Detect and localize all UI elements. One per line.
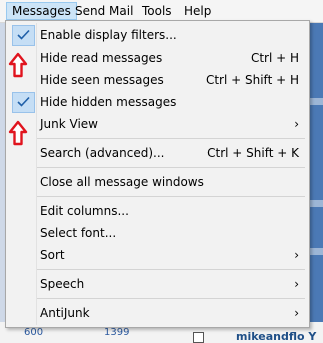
menu-item-shortcut: Ctrl + Shift + H [205,73,299,87]
submenu-arrow-icon: › [294,306,299,320]
menu-item-label: Speech [40,277,85,291]
message-size-value: 600 [24,327,44,338]
menu-separator [37,298,305,299]
menu-item-hide-seen-messages[interactable]: Hide seen messages Ctrl + Shift + H [9,70,305,90]
menu-item-hide-hidden-messages[interactable]: Hide hidden messages [9,92,305,113]
menu-item-label: Close all message windows [40,175,204,189]
menu-item-close-all-message-windows[interactable]: Close all message windows [9,172,305,192]
menu-item-label: Hide hidden messages [40,95,177,109]
menu-item-sort[interactable]: Sort › [9,245,305,265]
menu-item-antijunk[interactable]: AntiJunk › [9,303,305,323]
menu-item-label: Enable display filters... [40,28,177,42]
menu-item-label: Sort [40,248,65,262]
menu-item-search-advanced[interactable]: Search (advanced)... Ctrl + Shift + K [9,143,305,163]
message-icon [193,332,204,343]
annotation-arrow-icon [8,120,28,146]
menu-help[interactable]: Help [179,3,216,19]
menu-item-label: Select font... [40,226,117,240]
menu-item-label: Search (advanced)... [40,146,165,160]
menu-item-label: AntiJunk [40,306,90,320]
menu-item-label: Hide read messages [40,51,163,65]
menu-item-shortcut: Ctrl + Shift + K [207,146,299,160]
menu-tools[interactable]: Tools [137,3,177,19]
menu-item-junk-view[interactable]: Junk View › [9,114,305,134]
menu-messages[interactable]: Messages [6,2,77,20]
menu-separator [37,269,305,270]
submenu-arrow-icon: › [294,117,299,131]
menu-item-label: Junk View [40,117,98,131]
message-number-value: 1399 [104,327,130,338]
menu-separator [37,138,305,139]
message-sender-name: mikeandflo Y [236,330,317,343]
menu-item-speech[interactable]: Speech › [9,274,305,294]
submenu-arrow-icon: › [294,277,299,291]
menu-item-edit-columns[interactable]: Edit columns... [9,201,305,221]
menu-separator [37,196,305,197]
annotation-arrow-icon [8,52,28,78]
messages-dropdown-menu: Enable display filters... Hide read mess… [5,20,310,328]
menu-send-mail[interactable]: Send Mail [70,3,138,19]
checkmark-icon [12,25,35,46]
menu-item-label: Edit columns... [40,204,129,218]
menu-item-hide-read-messages[interactable]: Hide read messages Ctrl + H [9,48,305,68]
submenu-arrow-icon: › [294,248,299,262]
menu-item-shortcut: Ctrl + H [250,51,299,65]
menu-item-select-font[interactable]: Select font... [9,223,305,243]
menu-separator [37,167,305,168]
menu-item-label: Hide seen messages [40,73,164,87]
checkmark-icon [12,92,35,113]
menu-item-enable-display-filters[interactable]: Enable display filters... [9,25,305,46]
